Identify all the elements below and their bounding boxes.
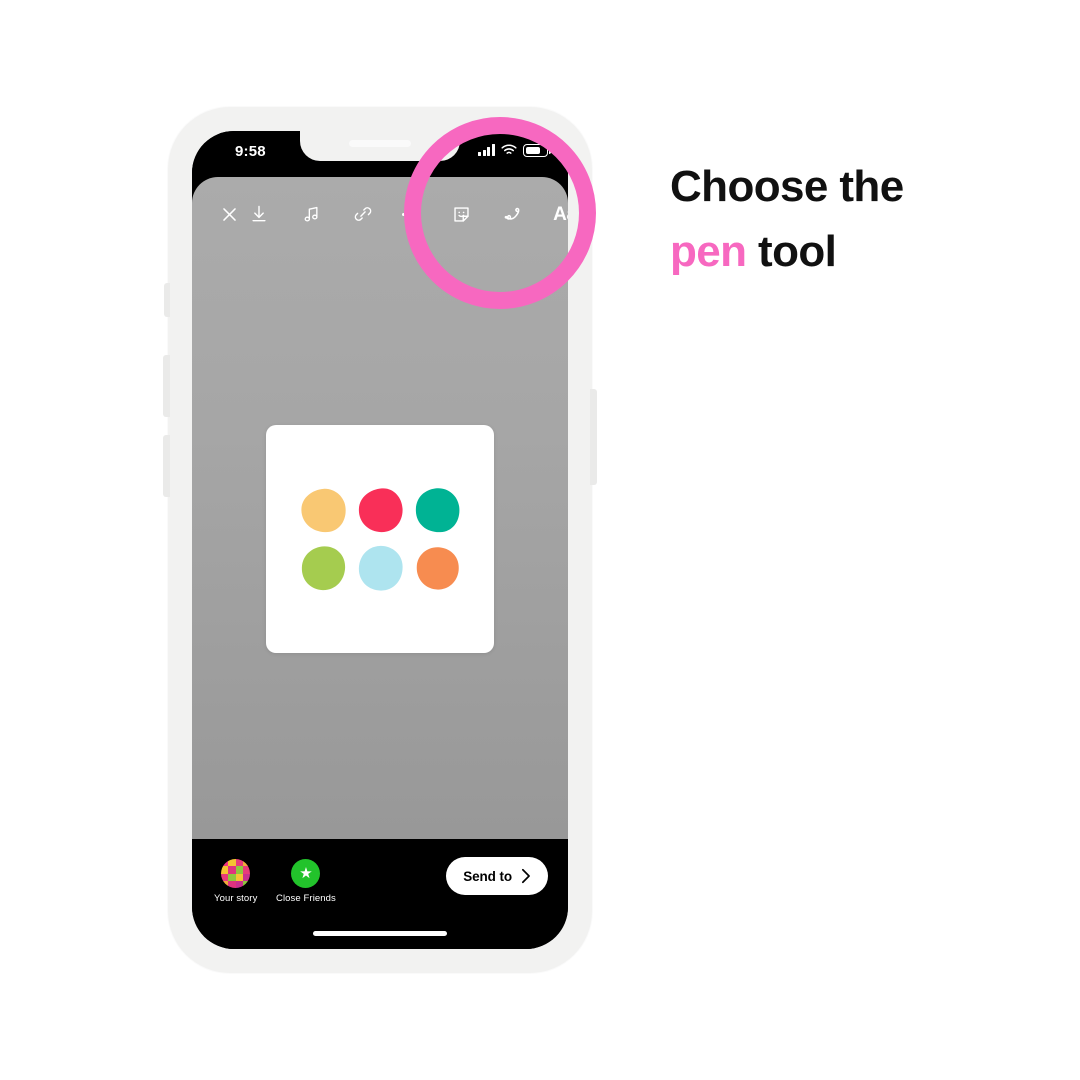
battery-icon <box>523 144 551 157</box>
your-story-label: Your story <box>214 893 258 904</box>
volume-down-button[interactable] <box>163 435 170 497</box>
green-star-icon: ★ <box>291 859 321 888</box>
blob-orange <box>416 546 459 590</box>
story-toolbar: Aa <box>192 193 568 235</box>
notch <box>300 131 460 161</box>
more-icon[interactable] <box>394 199 424 229</box>
caption: Choose the pen tool <box>670 155 1060 284</box>
status-time: 9:58 <box>235 143 266 160</box>
link-icon[interactable] <box>348 199 378 229</box>
close-friends-destination[interactable]: ★ Close Friends <box>276 859 336 904</box>
text-icon[interactable]: Aa <box>550 199 568 229</box>
close-icon[interactable] <box>214 199 244 229</box>
caption-line-2: pen tool <box>670 220 1060 285</box>
caption-accent-word: pen <box>670 226 747 276</box>
home-indicator <box>313 931 447 936</box>
blob-yellow <box>300 488 346 532</box>
share-bar: Your story ★ Close Friends Send to <box>192 839 568 949</box>
your-story-destination[interactable]: Your story <box>214 859 257 904</box>
caption-line-2-suffix: tool <box>746 226 837 276</box>
status-bar: 9:58 <box>192 131 568 177</box>
pen-icon[interactable] <box>498 199 528 229</box>
blob-teal <box>415 487 459 532</box>
volume-up-button[interactable] <box>163 355 170 417</box>
phone-screen: Aa <box>192 131 568 949</box>
download-icon[interactable] <box>244 199 274 229</box>
blob-light-blue <box>358 545 403 591</box>
phone-frame: Aa <box>163 107 597 973</box>
send-to-button[interactable]: Send to <box>446 857 548 895</box>
slide-canvas: Aa <box>0 0 1080 1080</box>
mute-switch-button[interactable] <box>164 283 170 317</box>
story-grid-avatar <box>221 859 251 888</box>
chevron-right-icon <box>520 868 531 884</box>
blob-green <box>301 545 345 590</box>
music-icon[interactable] <box>296 199 326 229</box>
star-glyph: ★ <box>299 865 313 882</box>
close-friends-label: Close Friends <box>276 893 336 904</box>
blob-pink-red <box>358 487 403 532</box>
send-to-label: Send to <box>463 868 512 884</box>
text-tool-label: Aa <box>553 203 568 225</box>
status-indicators <box>478 144 551 157</box>
earpiece-speaker <box>349 140 411 147</box>
power-button[interactable] <box>590 389 597 485</box>
media-card[interactable] <box>266 425 494 653</box>
wifi-icon <box>501 144 517 155</box>
blob-grid <box>300 487 461 592</box>
story-canvas[interactable]: Aa <box>192 177 568 839</box>
caption-line-1: Choose the <box>670 162 904 211</box>
cellular-signal-icon <box>478 144 495 157</box>
sticker-icon[interactable] <box>446 199 476 229</box>
